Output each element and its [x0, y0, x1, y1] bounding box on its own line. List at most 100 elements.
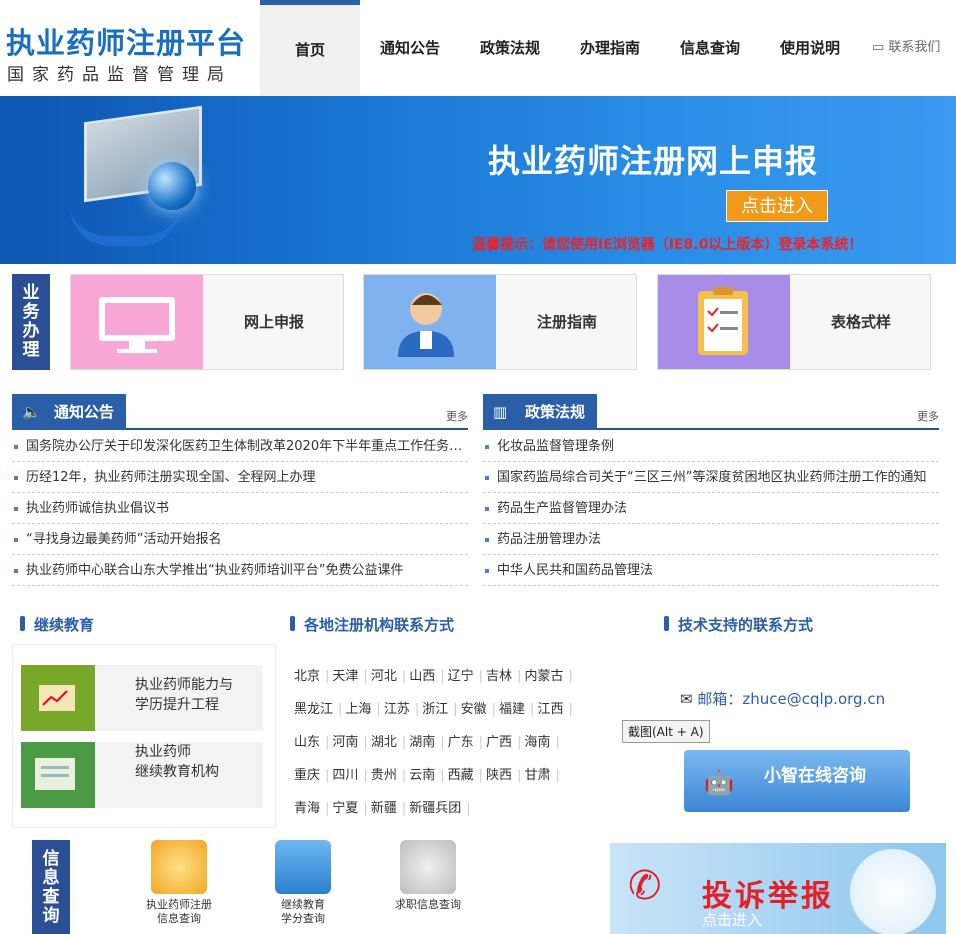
- nav-info-query[interactable]: 信息查询: [660, 0, 760, 96]
- online-apply-card[interactable]: 网上申报: [70, 274, 344, 370]
- nav-guide[interactable]: 办理指南: [560, 0, 660, 96]
- magnifier-icon: [151, 840, 207, 894]
- region-link[interactable]: 重庆: [294, 759, 320, 792]
- policy-more-link[interactable]: 更多: [917, 408, 939, 424]
- region-link[interactable]: 广东: [448, 726, 474, 759]
- nav-manual[interactable]: 使用说明: [760, 0, 860, 96]
- nav-home[interactable]: 首页: [260, 0, 360, 96]
- notice-more-link[interactable]: 更多: [446, 408, 468, 424]
- credit-query[interactable]: 继续教育 学分查询: [258, 840, 348, 926]
- logo-title[interactable]: 执业药师注册平台: [6, 20, 246, 62]
- region-link[interactable]: 福建: [499, 693, 525, 726]
- region-link[interactable]: 云南: [409, 759, 435, 792]
- complaint-banner[interactable]: ✆ 投诉举报 点击进入: [610, 843, 946, 934]
- screenshot-tooltip: 截图(Alt + A): [622, 720, 710, 743]
- person-icon: [364, 275, 496, 369]
- region-link[interactable]: 青海: [294, 792, 320, 825]
- separator: |: [491, 702, 497, 717]
- region-link[interactable]: 上海: [345, 693, 371, 726]
- region-link[interactable]: 西藏: [448, 759, 474, 792]
- notice-header: 🔈 通知公告 更多: [12, 394, 468, 430]
- edu-ability-line1: 执业药师能力与: [135, 677, 233, 693]
- region-link[interactable]: 浙江: [422, 693, 448, 726]
- chart-board-icon: [21, 665, 95, 731]
- region-link[interactable]: 辽宁: [448, 660, 474, 693]
- nav-policy[interactable]: 政策法规: [460, 0, 560, 96]
- separator: |: [440, 768, 445, 783]
- region-link[interactable]: 黑龙江: [294, 693, 333, 726]
- edu-ability-item[interactable]: 执业药师能力与 学历提升工程: [21, 665, 263, 731]
- email-contact[interactable]: ✉ 邮箱：zhuce@cqlp.org.cn: [680, 688, 885, 709]
- region-link[interactable]: 山西: [409, 660, 435, 693]
- region-link[interactable]: 贵州: [371, 759, 397, 792]
- region-link[interactable]: 吉林: [486, 660, 512, 693]
- certificate-icon: [21, 742, 95, 808]
- business-label: 业务办理: [12, 274, 50, 370]
- pharmacist-register-query[interactable]: 执业药师注册 信息查询: [134, 840, 224, 926]
- region-row: 重庆 | 四川 | 贵州 | 云南 | 西藏 | 陕西 | 甘肃 |: [294, 759, 604, 792]
- region-link[interactable]: 海南: [524, 726, 550, 759]
- education-box: 执业药师能力与 学历提升工程 执业药师 继续教育机构: [12, 644, 276, 828]
- separator: |: [325, 801, 330, 816]
- notice-item[interactable]: 国务院办公厅关于印发深化医药卫生体制改革2020年下半年重点工作任务的通知: [12, 431, 468, 462]
- region-link[interactable]: 山东: [294, 726, 320, 759]
- register-guide-label: 注册指南: [536, 313, 597, 331]
- separator: |: [401, 801, 407, 816]
- region-link[interactable]: 宁夏: [332, 792, 358, 825]
- contact-link[interactable]: ▭ 联系我们: [872, 0, 940, 96]
- region-row: 北京 | 天津 | 河北 | 山西 | 辽宁 | 吉林 | 内蒙古 |: [294, 660, 604, 693]
- banner: 执业药师注册网上申报 点击进入 温馨提示：请您使用IE浏览器（IE8.0以上版本…: [0, 96, 956, 264]
- policy-item[interactable]: 药品注册管理办法: [483, 524, 939, 555]
- region-link[interactable]: 江西: [537, 693, 563, 726]
- region-link[interactable]: 湖北: [371, 726, 397, 759]
- separator: |: [478, 768, 484, 783]
- job-info-query[interactable]: 求职信息查询: [383, 840, 473, 912]
- header: 执业药师注册平台 国家药品监督管理局 首页 通知公告 政策法规 办理指南 信息查…: [0, 0, 956, 96]
- complaint-enter: 点击进入: [702, 911, 763, 929]
- region-link[interactable]: 新疆: [371, 792, 397, 825]
- region-link[interactable]: 广西: [486, 726, 512, 759]
- region-link[interactable]: 湖南: [409, 726, 435, 759]
- banner-enter-button[interactable]: 点击进入: [726, 190, 828, 222]
- notice-title[interactable]: 🔈 通知公告: [12, 394, 127, 430]
- notice-item[interactable]: “寻找身边最美药师”活动开始报名: [12, 524, 468, 555]
- region-row: 山东 | 河南 | 湖北 | 湖南 | 广东 | 广西 | 海南 |: [294, 726, 604, 759]
- policy-item[interactable]: 中华人民共和国药品管理法: [483, 555, 939, 586]
- region-link[interactable]: 新疆兵团: [409, 792, 461, 825]
- separator: |: [478, 735, 484, 750]
- separator: |: [363, 669, 368, 684]
- notice-item[interactable]: 历经12年，执业药师注册实现全国、全程网上办理: [12, 462, 468, 493]
- region-link[interactable]: 四川: [332, 759, 358, 792]
- edu-ability-line2: 学历提升工程: [135, 697, 219, 713]
- policy-item[interactable]: 国家药监局综合司关于“三区三州”等深度贫困地区执业药师注册工作的通知: [483, 462, 939, 493]
- policy-item[interactable]: 药品生产监督管理办法: [483, 493, 939, 524]
- form-sample-card[interactable]: 表格式样: [657, 274, 931, 370]
- separator: |: [338, 702, 343, 717]
- monitor-icon: [71, 275, 203, 369]
- notice-item[interactable]: 执业药师诚信执业倡议书: [12, 493, 468, 524]
- edu-institution-item[interactable]: 执业药师 继续教育机构: [21, 742, 263, 808]
- email-address: zhuce@cqlp.org.cn: [742, 690, 886, 708]
- separator: |: [440, 735, 445, 750]
- online-consult-label: 小智在线咨询: [764, 766, 866, 786]
- nav-notice[interactable]: 通知公告: [360, 0, 460, 96]
- region-link[interactable]: 江苏: [384, 693, 410, 726]
- register-guide-card[interactable]: 注册指南: [363, 274, 637, 370]
- notice-item[interactable]: 执业药师中心联合山东大学推出“执业药师培训平台”免费公益课件: [12, 555, 468, 586]
- policy-title[interactable]: ▥ 政策法规: [483, 394, 598, 430]
- region-link[interactable]: 天津: [332, 660, 358, 693]
- region-link[interactable]: 河南: [332, 726, 358, 759]
- separator: |: [401, 735, 407, 750]
- region-link[interactable]: 甘肃: [524, 759, 550, 792]
- region-link[interactable]: 北京: [294, 660, 320, 693]
- separator: |: [325, 669, 330, 684]
- separator: |: [363, 735, 368, 750]
- region-link[interactable]: 安徽: [461, 693, 487, 726]
- policy-item[interactable]: 化妆品监督管理条例: [483, 431, 939, 462]
- region-link[interactable]: 河北: [371, 660, 397, 693]
- online-consult-button[interactable]: 🤖 小智在线咨询: [684, 750, 910, 812]
- chat-icon: ▭: [872, 40, 889, 55]
- region-link[interactable]: 内蒙古: [524, 660, 563, 693]
- region-link[interactable]: 陕西: [486, 759, 512, 792]
- online-apply-label: 网上申报: [243, 313, 304, 331]
